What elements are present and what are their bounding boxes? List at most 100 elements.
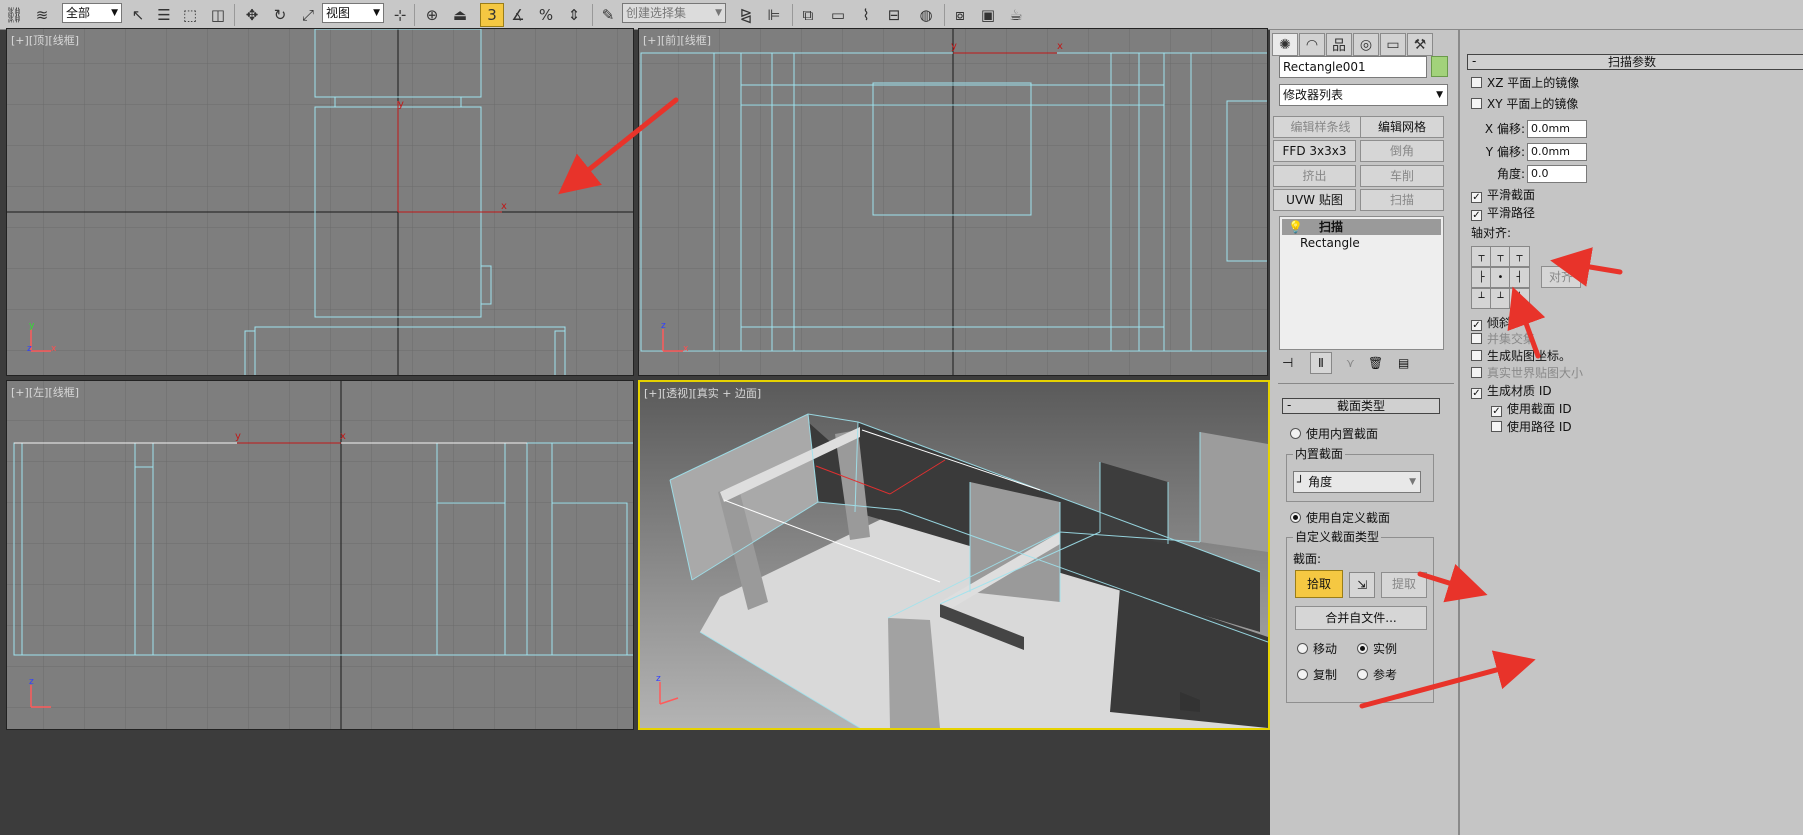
mod-edit-spline-button[interactable]: 编辑样条线 (1273, 116, 1368, 138)
edit-named-sets-icon[interactable]: ✎ (596, 3, 620, 27)
align-mid-left[interactable]: ├ (1471, 267, 1492, 288)
viewport-left[interactable]: [+][左][线框] y x z (6, 380, 634, 730)
keyboard-shortcut-icon[interactable]: ⏏ (448, 3, 472, 27)
pivot-center-icon[interactable]: ⊹ (388, 3, 412, 27)
viewport-front-label[interactable]: [+][前][线框] (643, 32, 711, 48)
copy-radio[interactable]: 复制 (1297, 668, 1337, 682)
lightbulb-icon[interactable]: 💡 (1288, 220, 1303, 234)
link-icon[interactable]: ⛓ (2, 3, 26, 27)
mirror-icon[interactable]: ⧎ (734, 3, 758, 27)
viewport-top[interactable]: [+][顶][线框] y x y x z (6, 28, 634, 376)
window-crossing-icon[interactable]: ◫ (206, 3, 230, 27)
mod-extrude-button[interactable]: 挤出 (1273, 165, 1356, 187)
align-mid-right[interactable]: ┤ (1509, 267, 1530, 288)
viewport-view-name[interactable]: [前] (661, 34, 681, 47)
mod-sweep-button[interactable]: 扫描 (1360, 189, 1444, 211)
render-teapot-icon[interactable]: ☕ (1004, 3, 1028, 27)
show-end-result-icon[interactable]: Ⅱ (1310, 352, 1332, 374)
viewport-view-name[interactable]: [左] (29, 386, 49, 399)
curve-editor-icon[interactable]: ⌇ (854, 3, 878, 27)
instance-radio[interactable]: 实例 (1357, 642, 1397, 656)
pin-stack-icon[interactable]: ⊣ (1282, 356, 1293, 371)
smooth-path-checkbox[interactable]: ✓ 平滑路径 (1471, 206, 1535, 221)
pick-shape-icon[interactable]: ⇲ (1349, 572, 1375, 598)
mod-lathe-button[interactable]: 车削 (1360, 165, 1444, 187)
percent-snap-icon[interactable]: % (534, 3, 558, 27)
viewport-perspective[interactable]: [+][透视][真实 + 边面] z (638, 380, 1270, 730)
viewport-view-name[interactable]: [透视] (662, 387, 693, 400)
sweep-params-rollout-header[interactable]: - 扫描参数 (1467, 54, 1803, 70)
align-bottom-center[interactable]: ┴ (1490, 288, 1511, 309)
viewport-menu[interactable]: [+] (644, 387, 662, 400)
builtin-section-dropdown[interactable]: ┘ 角度 ▼ (1293, 471, 1421, 493)
gen-material-id-checkbox[interactable]: ✓ 生成材质 ID (1471, 384, 1552, 399)
angle-snap-icon[interactable]: ∡ (506, 3, 530, 27)
named-selection-dropdown[interactable]: 创建选择集 ▼ (622, 3, 726, 23)
stack-item-sweep[interactable]: 💡 扫描 (1282, 219, 1441, 235)
select-by-name-icon[interactable]: ☰ (152, 3, 176, 27)
x-offset-input[interactable]: 0.0mm (1527, 120, 1587, 138)
extract-button[interactable]: 提取 (1381, 572, 1427, 598)
bind-spacewarp-icon[interactable]: ≋ (30, 3, 54, 27)
rendered-frame-icon[interactable]: ▣ (976, 3, 1000, 27)
smooth-section-checkbox[interactable]: ✓ 平滑截面 (1471, 188, 1535, 203)
remove-modifier-icon[interactable]: 🗑 (1368, 356, 1383, 370)
material-editor-icon[interactable]: ◍ (914, 3, 938, 27)
render-setup-icon[interactable]: ⧇ (948, 3, 972, 27)
mod-edit-mesh-button[interactable]: 编辑网格 (1360, 116, 1444, 138)
custom-section-radio[interactable]: 使用自定义截面 (1290, 511, 1390, 525)
align-bottom-right[interactable]: ┴ (1509, 288, 1530, 309)
merge-from-file-button[interactable]: 合并自文件... (1295, 606, 1427, 630)
banking-checkbox[interactable]: ✓ 倾斜 (1471, 316, 1511, 331)
mod-uvw-map-button[interactable]: UVW 贴图 (1273, 189, 1356, 211)
viewport-shading-mode[interactable]: [线框] (680, 34, 711, 47)
make-unique-icon[interactable]: ⋎ (1346, 356, 1355, 370)
move-radio[interactable]: 移动 (1297, 642, 1337, 656)
object-name-input[interactable]: Rectangle001 (1279, 56, 1427, 78)
stack-item-rectangle[interactable]: Rectangle (1282, 235, 1441, 251)
mirror-xy-checkbox[interactable]: XY 平面上的镜像 (1471, 97, 1578, 111)
section-type-rollout-header[interactable]: - 截面类型 (1282, 398, 1440, 414)
align-top-right[interactable]: ┬ (1509, 246, 1530, 267)
rect-selection-icon[interactable]: ⬚ (178, 3, 202, 27)
angle-input[interactable]: 0.0 (1527, 165, 1587, 183)
rotate-icon[interactable]: ↻ (268, 3, 292, 27)
real-world-map-checkbox[interactable]: 真实世界贴图大小 (1471, 366, 1583, 380)
scale-icon[interactable]: ⤢ (296, 3, 320, 27)
viewport-menu[interactable]: [+] (11, 386, 29, 399)
utilities-tab-icon[interactable]: ⚒ (1407, 33, 1433, 56)
gen-map-coords-checkbox[interactable]: 生成贴图坐标。 (1471, 349, 1571, 363)
spinner-snap-icon[interactable]: ⇕ (562, 3, 586, 27)
move-icon[interactable]: ✥ (240, 3, 264, 27)
y-offset-input[interactable]: 0.0mm (1527, 143, 1587, 161)
modifier-stack[interactable]: 💡 扫描 Rectangle (1279, 216, 1444, 350)
align-icon[interactable]: ⊫ (762, 3, 786, 27)
motion-tab-icon[interactable]: ◎ (1353, 33, 1379, 56)
reference-radio[interactable]: 参考 (1357, 668, 1397, 682)
mirror-xz-checkbox[interactable]: XZ 平面上的镜像 (1471, 76, 1579, 90)
align-button[interactable]: 对齐 (1541, 266, 1581, 288)
layer-manager-icon[interactable]: ⧉ (796, 3, 820, 27)
pick-section-button[interactable]: 拾取 (1295, 570, 1343, 598)
viewport-shading-mode[interactable]: [线框] (48, 34, 79, 47)
viewport-menu[interactable]: [+] (643, 34, 661, 47)
mod-ffd-button[interactable]: FFD 3x3x3 (1273, 140, 1356, 162)
union-intersect-checkbox[interactable]: 并集交集 (1471, 332, 1535, 346)
viewport-shading-mode[interactable]: [线框] (48, 386, 79, 399)
object-color-swatch[interactable] (1431, 56, 1448, 77)
use-section-id-checkbox[interactable]: ✓ 使用截面 ID (1491, 402, 1572, 417)
viewport-front[interactable]: [+][前][线框] y x z x (638, 28, 1268, 376)
select-manipulate-icon[interactable]: ⊕ (420, 3, 444, 27)
align-bottom-left[interactable]: ┴ (1471, 288, 1492, 309)
selection-filter-dropdown[interactable]: 全部 ▼ (62, 3, 122, 23)
builtin-section-radio[interactable]: 使用内置截面 (1290, 427, 1378, 441)
schematic-view-icon[interactable]: ⊟ (882, 3, 906, 27)
ref-coord-dropdown[interactable]: 视图 ▼ (322, 3, 384, 23)
hierarchy-tab-icon[interactable]: 品 (1326, 33, 1352, 56)
use-path-id-checkbox[interactable]: 使用路径 ID (1491, 420, 1572, 434)
display-tab-icon[interactable]: ▭ (1380, 33, 1406, 56)
snap-toggle-icon[interactable]: 3 (480, 3, 504, 27)
configure-sets-icon[interactable]: ▤ (1398, 356, 1409, 370)
graphite-tools-icon[interactable]: ▭ (826, 3, 850, 27)
viewport-shading-mode[interactable]: [真实 + 边面] (692, 387, 761, 400)
